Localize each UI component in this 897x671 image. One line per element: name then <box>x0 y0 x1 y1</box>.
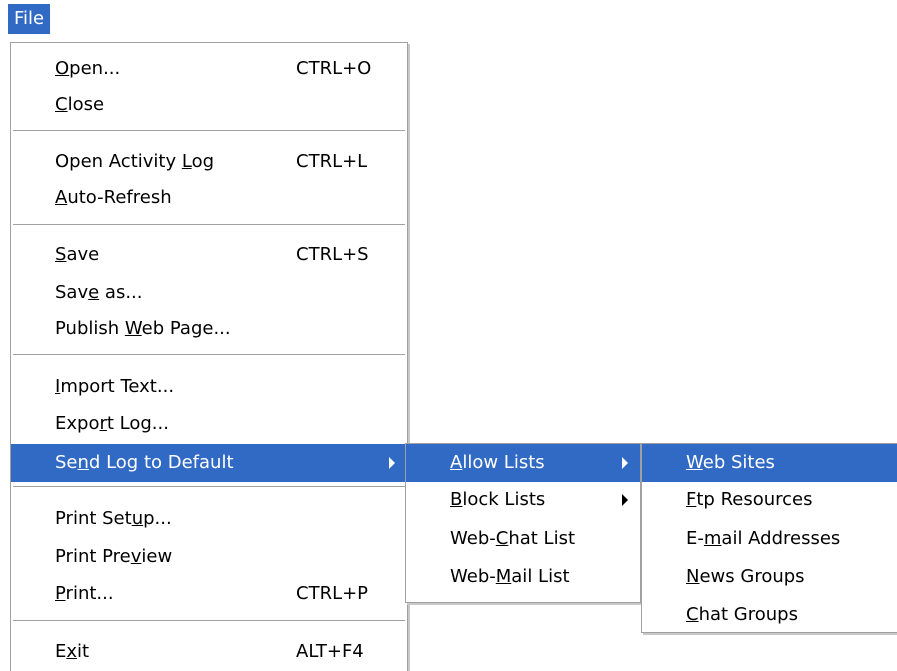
send-log-submenu: Allow Lists Block Lists Web-Chat List We… <box>405 443 641 603</box>
submenu-item-allow-lists[interactable]: Allow Lists <box>406 444 640 482</box>
menu-item-export-log[interactable]: Export Log... <box>11 405 407 443</box>
menu-item-open-activity-log[interactable]: Open Activity Log CTRL+L <box>11 143 407 181</box>
menu-separator <box>13 224 405 226</box>
submenu-item-chat-groups[interactable]: Chat Groups <box>642 596 897 634</box>
allow-lists-submenu: Web Sites Ftp Resources E-mail Addresses… <box>641 443 897 633</box>
submenu-item-email-addresses[interactable]: E-mail Addresses <box>642 520 897 558</box>
file-menu-title[interactable]: File <box>8 4 51 34</box>
menu-item-label: Chat Groups <box>686 604 798 625</box>
menu-item-print-preview[interactable]: Print Preview <box>11 538 407 576</box>
menu-item-auto-refresh[interactable]: Auto-Refresh <box>11 179 407 217</box>
submenu-item-web-chat-list[interactable]: Web-Chat List <box>406 520 640 558</box>
menu-item-shortcut: CTRL+P <box>296 583 369 604</box>
menu-item-publish-web-page[interactable]: Publish Web Page... <box>11 310 407 348</box>
menu-item-label: Allow Lists <box>450 452 545 473</box>
submenu-arrow-icon <box>622 494 628 506</box>
menu-item-shortcut: CTRL+O <box>296 58 372 79</box>
menu-separator <box>13 130 405 132</box>
menu-item-label: Exit <box>55 641 90 662</box>
submenu-item-news-groups[interactable]: News Groups <box>642 558 897 596</box>
menu-item-label: Block Lists <box>450 489 546 510</box>
menu-item-label: Open... <box>55 58 121 79</box>
menu-item-print[interactable]: Print... CTRL+P <box>11 575 407 613</box>
menu-item-exit[interactable]: Exit ALT+F4 <box>11 633 407 671</box>
submenu-item-web-mail-list[interactable]: Web-Mail List <box>406 558 640 596</box>
file-menu: Open... CTRL+O Close Open Activity Log C… <box>10 42 408 671</box>
menu-item-shortcut: CTRL+S <box>296 244 369 265</box>
menu-item-label: Open Activity Log <box>55 151 215 172</box>
menu-item-label: Send Log to Default <box>55 452 234 473</box>
menu-item-label: Save <box>55 244 100 265</box>
menu-item-label: Publish Web Page... <box>55 318 231 339</box>
menu-item-label: Print Setup... <box>55 508 172 529</box>
menu-item-send-log-to-default[interactable]: Send Log to Default <box>11 444 407 482</box>
menu-item-shortcut: CTRL+L <box>296 151 368 172</box>
menu-item-label: Export Log... <box>55 413 169 434</box>
menu-item-label: Web-Mail List <box>450 566 570 587</box>
menu-item-label: Ftp Resources <box>686 489 813 510</box>
menu-item-save[interactable]: Save CTRL+S <box>11 236 407 274</box>
submenu-item-ftp-resources[interactable]: Ftp Resources <box>642 481 897 519</box>
menu-separator <box>13 354 405 356</box>
menu-item-label: Web-Chat List <box>450 528 576 549</box>
submenu-item-block-lists[interactable]: Block Lists <box>406 481 640 519</box>
menu-item-shortcut: ALT+F4 <box>296 641 364 662</box>
menu-item-close[interactable]: Close <box>11 86 407 124</box>
menu-item-label: Auto-Refresh <box>55 187 172 208</box>
menu-item-label: News Groups <box>686 566 805 587</box>
menu-item-label: Import Text... <box>55 376 175 397</box>
submenu-item-web-sites[interactable]: Web Sites <box>642 444 897 482</box>
menu-item-label: Save as... <box>55 282 143 303</box>
menu-item-label: Close <box>55 94 105 115</box>
menu-item-label: Print... <box>55 583 114 604</box>
menu-item-import-text[interactable]: Import Text... <box>11 368 407 406</box>
menu-item-save-as[interactable]: Save as... <box>11 274 407 312</box>
menu-separator <box>13 620 405 622</box>
menu-item-open[interactable]: Open... CTRL+O <box>11 50 407 88</box>
menu-item-label: E-mail Addresses <box>686 528 841 549</box>
menu-item-label: Print Preview <box>55 546 173 567</box>
submenu-arrow-icon <box>389 457 395 469</box>
menu-item-label: Web Sites <box>686 452 775 473</box>
submenu-arrow-icon <box>622 457 628 469</box>
menu-item-print-setup[interactable]: Print Setup... <box>11 500 407 538</box>
menu-separator <box>13 486 405 488</box>
